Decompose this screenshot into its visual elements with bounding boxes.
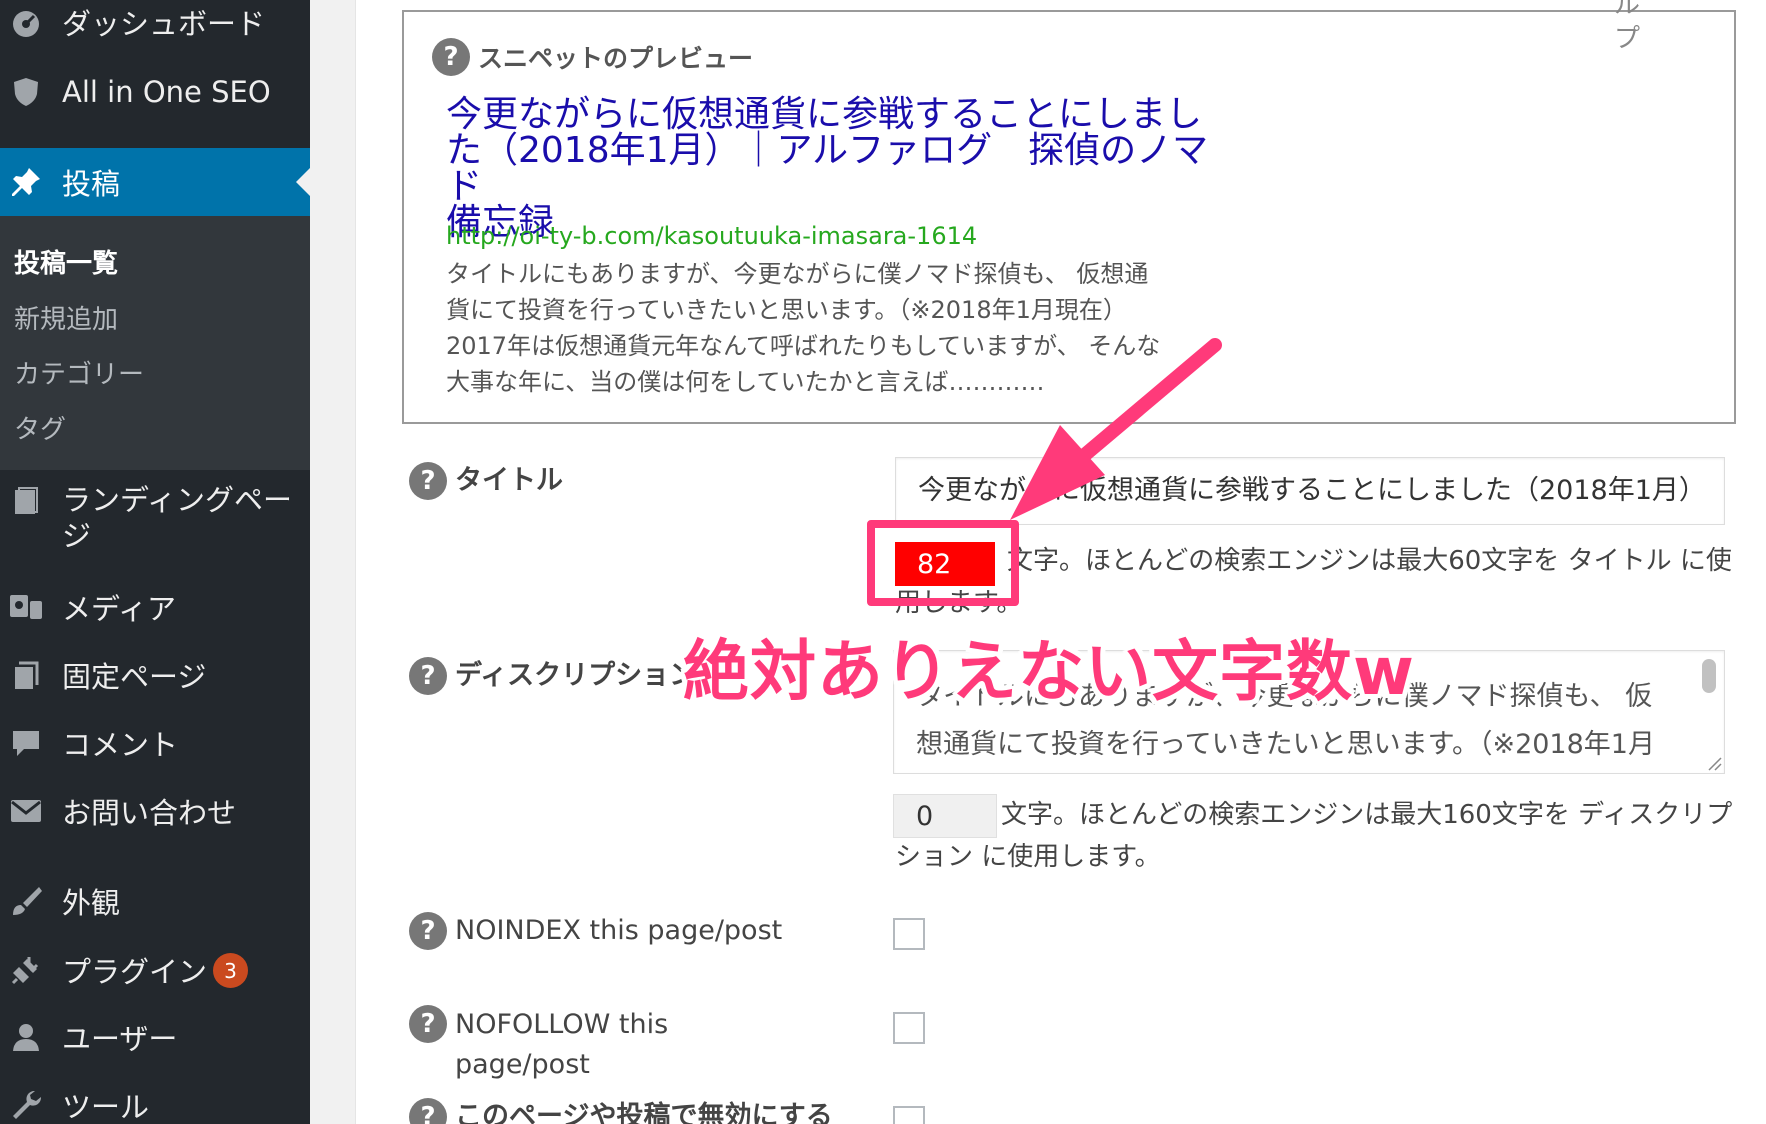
annotation-arrow-icon bbox=[1010, 338, 1222, 520]
annotation-caption: 絶対ありえない文字数w bbox=[683, 633, 1415, 710]
